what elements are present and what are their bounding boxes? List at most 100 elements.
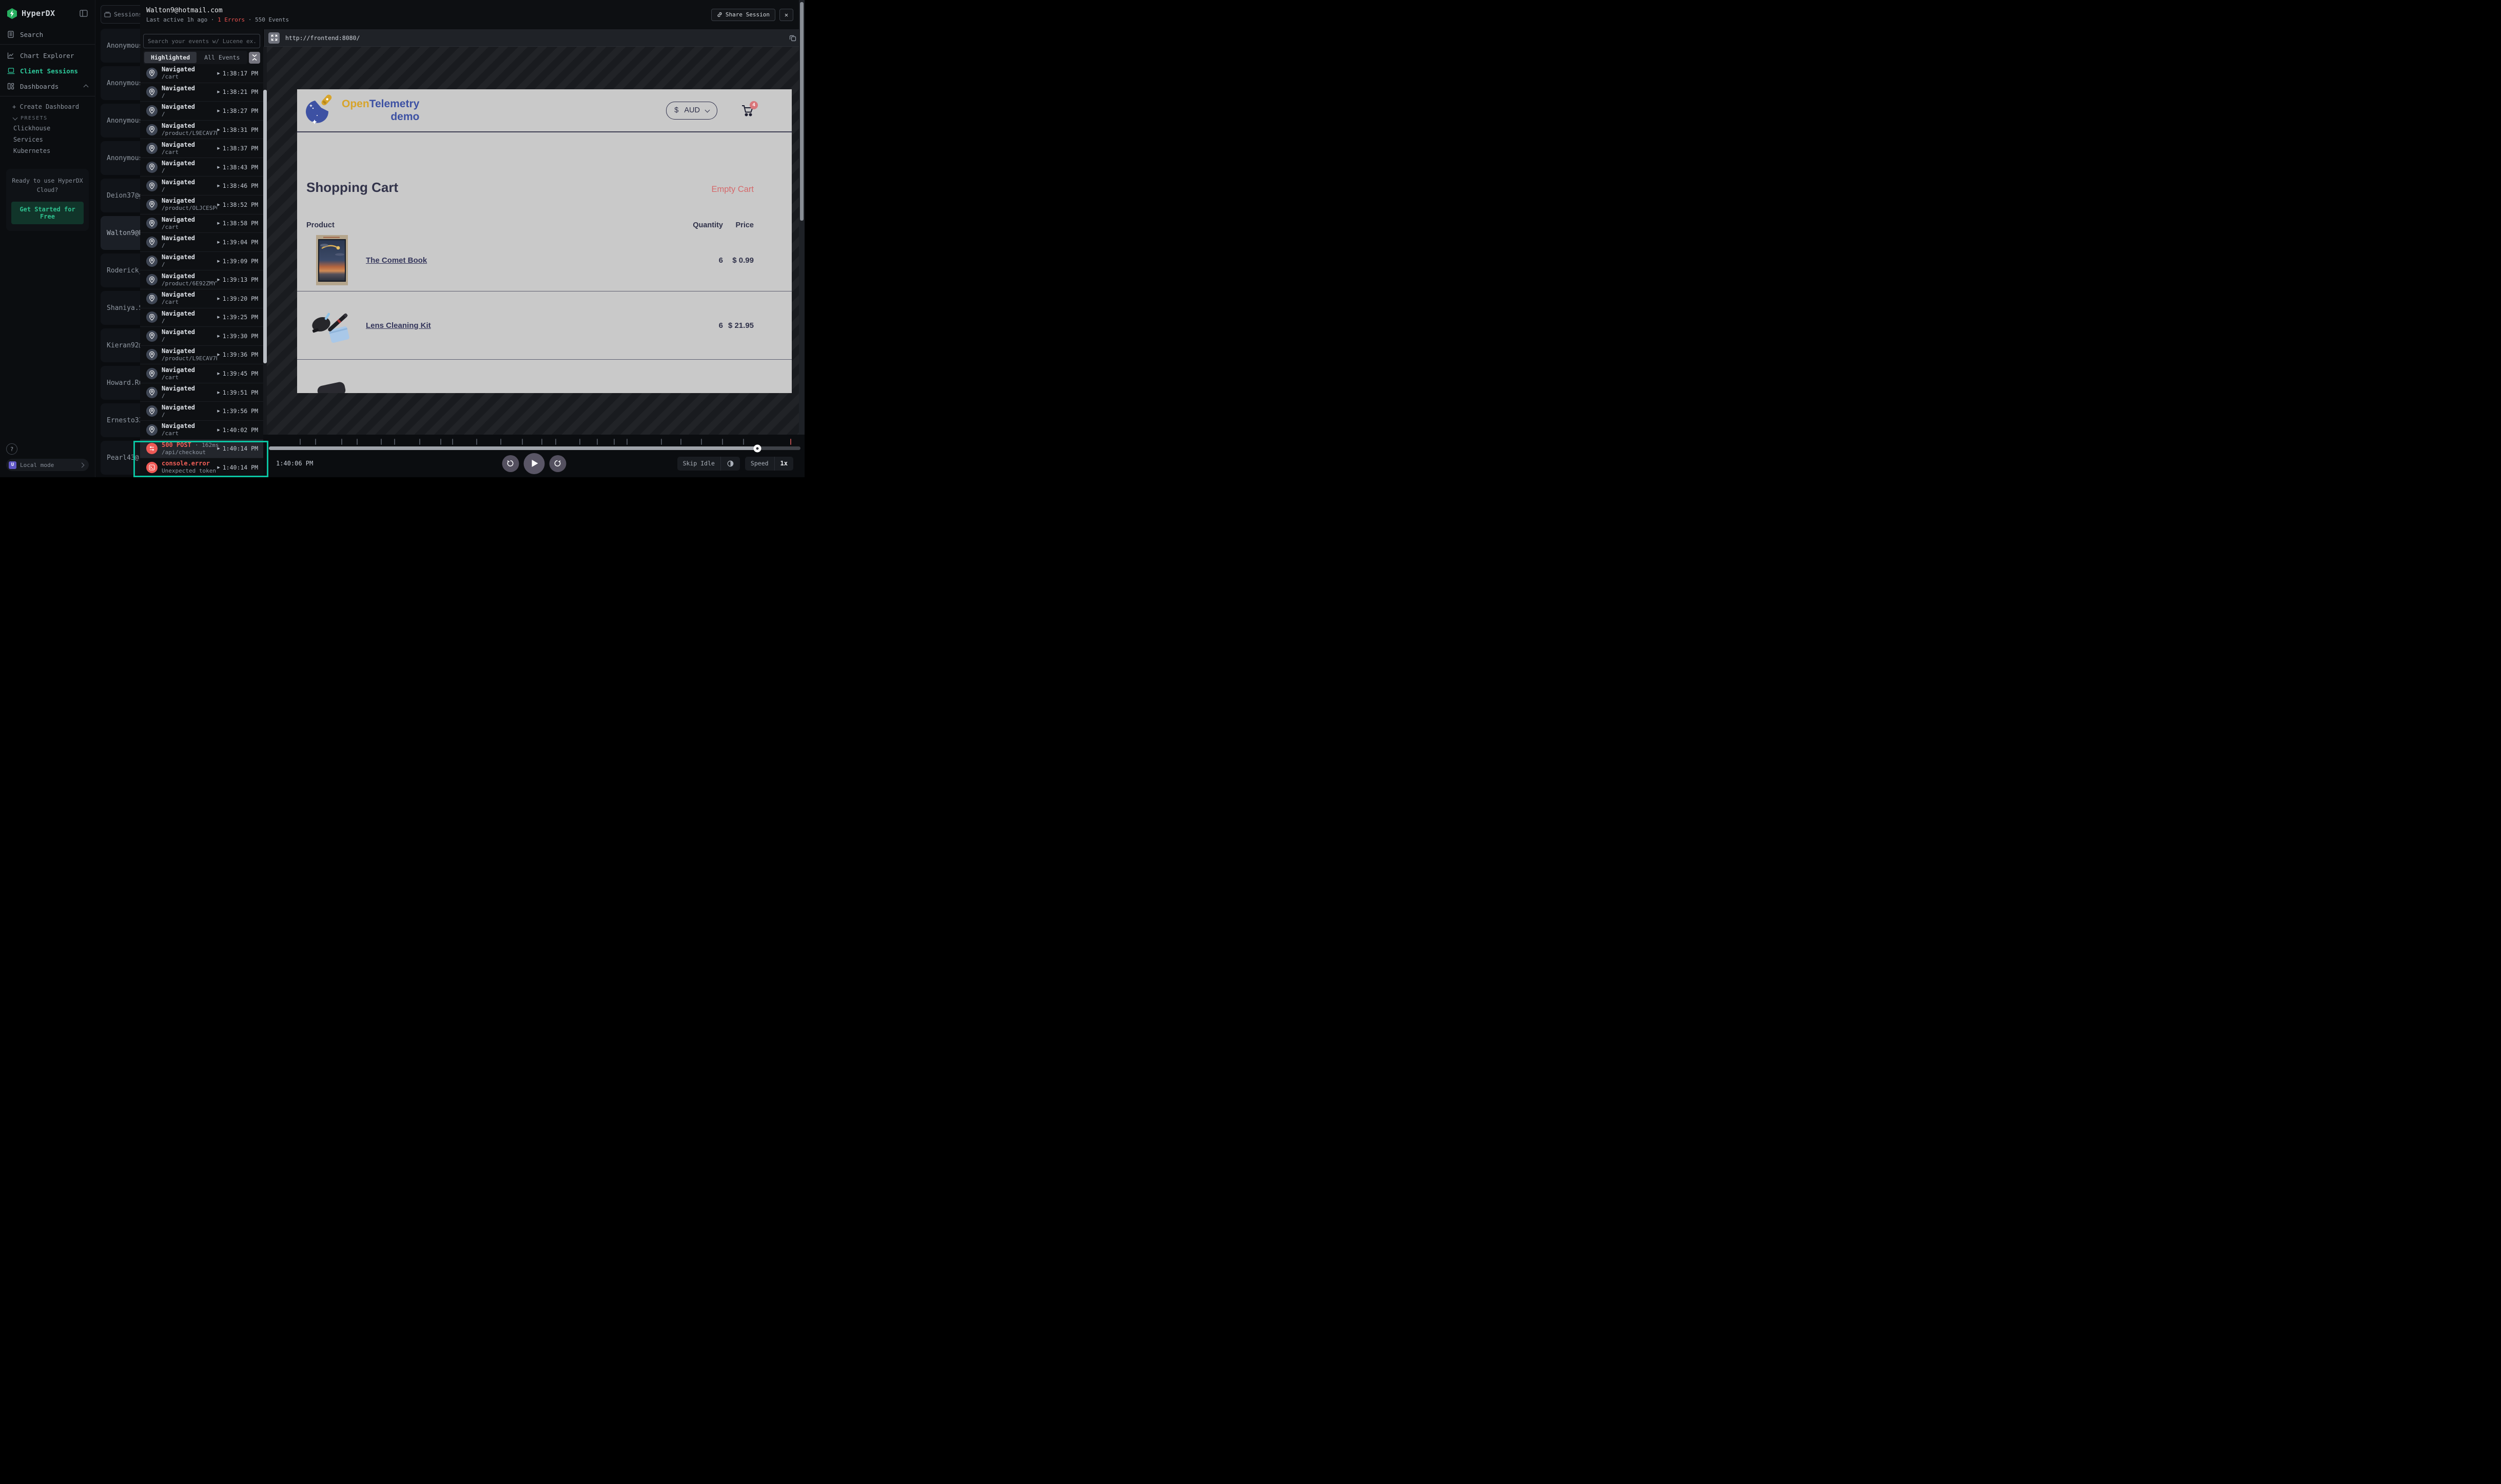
event-row[interactable]: Navigated /cart ▶ 1:38:37 PM <box>140 139 263 158</box>
product-link[interactable]: The Comet Book <box>366 256 427 265</box>
sidebar-item-dashboards[interactable]: Dashboards <box>0 79 95 94</box>
event-row[interactable]: Navigated / ▶ 1:38:46 PM <box>140 177 263 196</box>
session-list-item[interactable]: Ernesto33@ <box>101 403 140 437</box>
map-pin-icon <box>146 180 158 191</box>
session-list-item[interactable]: Anonymous <box>101 104 140 138</box>
event-row[interactable]: Navigated / ▶ 1:38:21 PM <box>140 83 263 102</box>
event-row[interactable]: Navigated /cart ▶ 1:40:02 PM <box>140 421 263 440</box>
event-row[interactable]: 500 POST · 162ms /api/checkout ▶ 1:40:14… <box>140 440 263 459</box>
event-row[interactable]: Navigated /cart ▶ 1:38:17 PM <box>140 64 263 83</box>
event-row[interactable]: Navigated /product/L9ECAV7KIM ▶ 1:38:31 … <box>140 121 263 140</box>
cart-count-badge: 4 <box>750 101 758 109</box>
cart-button[interactable]: 4 <box>741 105 754 116</box>
preset-services[interactable]: Services <box>0 134 95 145</box>
event-row[interactable]: Navigated / ▶ 1:39:30 PM <box>140 327 263 346</box>
session-list-item[interactable]: Anonymous <box>101 66 140 100</box>
sidebar-item-chart-explorer[interactable]: Chart Explorer <box>0 48 95 63</box>
jump-to-event-icon: ▶ <box>217 71 220 75</box>
session-list-item[interactable]: Deion37@gm <box>101 179 140 212</box>
event-row[interactable]: Navigated / ▶ 1:39:09 PM <box>140 252 263 271</box>
session-list-item[interactable]: Pearl43@ <box>101 441 140 475</box>
cart-table-header: Product Quantity Price <box>297 221 792 229</box>
event-list: Navigated /cart ▶ 1:38:17 PM Navigated /… <box>140 64 263 477</box>
event-row[interactable]: Navigated /product/6E92ZMYYFZ ▶ 1:39:13 … <box>140 270 263 289</box>
event-row[interactable]: Navigated / ▶ 1:38:27 PM <box>140 102 263 121</box>
fullscreen-icon[interactable] <box>268 32 280 44</box>
empty-cart-button[interactable]: Empty Cart <box>711 185 754 194</box>
session-user: Howard.Run <box>107 379 140 387</box>
cart-row-lens-kit: Lens Cleaning Kit 6 $ 21.95 <box>297 291 792 360</box>
event-row[interactable]: Navigated / ▶ 1:38:43 PM <box>140 158 263 177</box>
map-pin-icon <box>146 237 158 248</box>
speed-button[interactable]: Speed 1x <box>745 457 793 471</box>
session-list-item[interactable]: Shaniya.Sc <box>101 291 140 325</box>
jump-to-event-icon: ▶ <box>217 372 220 376</box>
chevron-up-icon <box>84 85 89 90</box>
map-pin-icon <box>146 199 158 210</box>
panel-scrollbar-thumb[interactable] <box>800 2 804 221</box>
event-row[interactable]: console.error Unexpected token 'I'… ▶ 1:… <box>140 458 263 477</box>
event-row[interactable]: Navigated / ▶ 1:39:04 PM <box>140 233 263 252</box>
hyperdx-app: HyperDX Search Chart Explorer Client Ses… <box>0 0 805 477</box>
session-list-item[interactable]: Anonymous <box>101 141 140 175</box>
events-scrollbar-thumb[interactable] <box>263 90 267 363</box>
events-scrollbar[interactable] <box>263 47 267 435</box>
copy-icon[interactable] <box>789 34 796 42</box>
currency-select[interactable]: $ AUD <box>666 102 717 120</box>
tab-highlighted[interactable]: Highlighted <box>144 52 197 63</box>
cart-row-comet-book: The Comet Book 6 $ 0.99 <box>297 229 792 291</box>
map-pin-icon <box>146 256 158 267</box>
panel-scrollbar[interactable] <box>799 0 805 435</box>
event-row[interactable]: Navigated /cart ▶ 1:39:20 PM <box>140 289 263 308</box>
close-button[interactable]: ✕ <box>779 9 793 21</box>
playback-bar: 1:40:06 PM Skip Idle <box>263 435 805 477</box>
event-row[interactable]: Navigated /cart ▶ 1:39:45 PM <box>140 364 263 383</box>
timeline-track[interactable] <box>269 446 800 450</box>
preset-kubernetes[interactable]: Kubernetes <box>0 145 95 157</box>
play-button[interactable] <box>523 453 544 474</box>
collapse-events-button[interactable] <box>249 52 260 64</box>
help-button[interactable]: ? <box>6 443 17 455</box>
sidebar-item-client-sessions[interactable]: Client Sessions <box>0 63 95 79</box>
user-badge: U <box>9 461 16 469</box>
event-row[interactable]: Navigated / ▶ 1:39:25 PM <box>140 308 263 327</box>
presets-toggle[interactable]: PRESETS <box>0 113 95 123</box>
timeline-tick <box>722 439 723 445</box>
sidebar-collapse-icon[interactable] <box>80 10 88 17</box>
create-dashboard-link[interactable]: + Create Dashboard <box>0 100 95 113</box>
brand-title: HyperDX <box>22 9 55 18</box>
rewind-button[interactable] <box>502 455 519 472</box>
product-link[interactable]: Lens Cleaning Kit <box>366 321 431 330</box>
forward-button[interactable] <box>549 455 566 472</box>
session-list-item[interactable]: Howard.Run <box>101 366 140 400</box>
events-search-input[interactable] <box>143 34 260 48</box>
event-row[interactable]: Navigated / ▶ 1:39:56 PM <box>140 402 263 421</box>
event-row[interactable]: Navigated /product/L9ECAV7KIM ▶ 1:39:36 … <box>140 346 263 365</box>
jump-to-event-icon: ▶ <box>217 315 220 319</box>
sessions-tab[interactable]: Sessions <box>101 5 140 24</box>
get-started-button[interactable]: Get Started for Free <box>11 202 84 224</box>
map-pin-icon <box>146 105 158 116</box>
share-session-button[interactable]: Share Session <box>711 9 775 21</box>
session-list-item[interactable]: Anonymous <box>101 29 140 63</box>
col-quantity: Quantity <box>677 221 723 229</box>
event-row[interactable]: Navigated /product/OLJCESPC7Z ▶ 1:38:52 … <box>140 196 263 214</box>
tab-all-events[interactable]: All Events <box>198 52 246 63</box>
session-list-item[interactable]: Roderick_S <box>101 253 140 287</box>
timeline-tick <box>500 439 501 445</box>
jump-to-event-icon: ▶ <box>217 146 220 150</box>
event-row[interactable]: Navigated / ▶ 1:39:51 PM <box>140 383 263 402</box>
store-page: OpenTelemetry demo $ AUD 4 <box>297 89 792 393</box>
timeline-ticks[interactable] <box>269 437 800 445</box>
event-row[interactable]: Navigated /cart ▶ 1:38:58 PM <box>140 214 263 233</box>
jump-to-event-icon: ▶ <box>217 221 220 225</box>
skip-idle-toggle-icon[interactable] <box>721 460 740 467</box>
session-list-item[interactable]: Walton9@ho <box>101 216 140 250</box>
local-mode-menu[interactable]: U Local mode <box>6 459 89 471</box>
sidebar-item-search[interactable]: Search <box>0 27 95 42</box>
skip-idle-button[interactable]: Skip Idle <box>677 457 740 471</box>
session-list-item[interactable]: Kieran92@h <box>101 328 140 362</box>
session-header: Walton9@hotmail.com Last active 1h ago ·… <box>140 0 805 29</box>
preset-clickhouse[interactable]: Clickhouse <box>0 123 95 134</box>
comet-book-image <box>306 235 358 285</box>
